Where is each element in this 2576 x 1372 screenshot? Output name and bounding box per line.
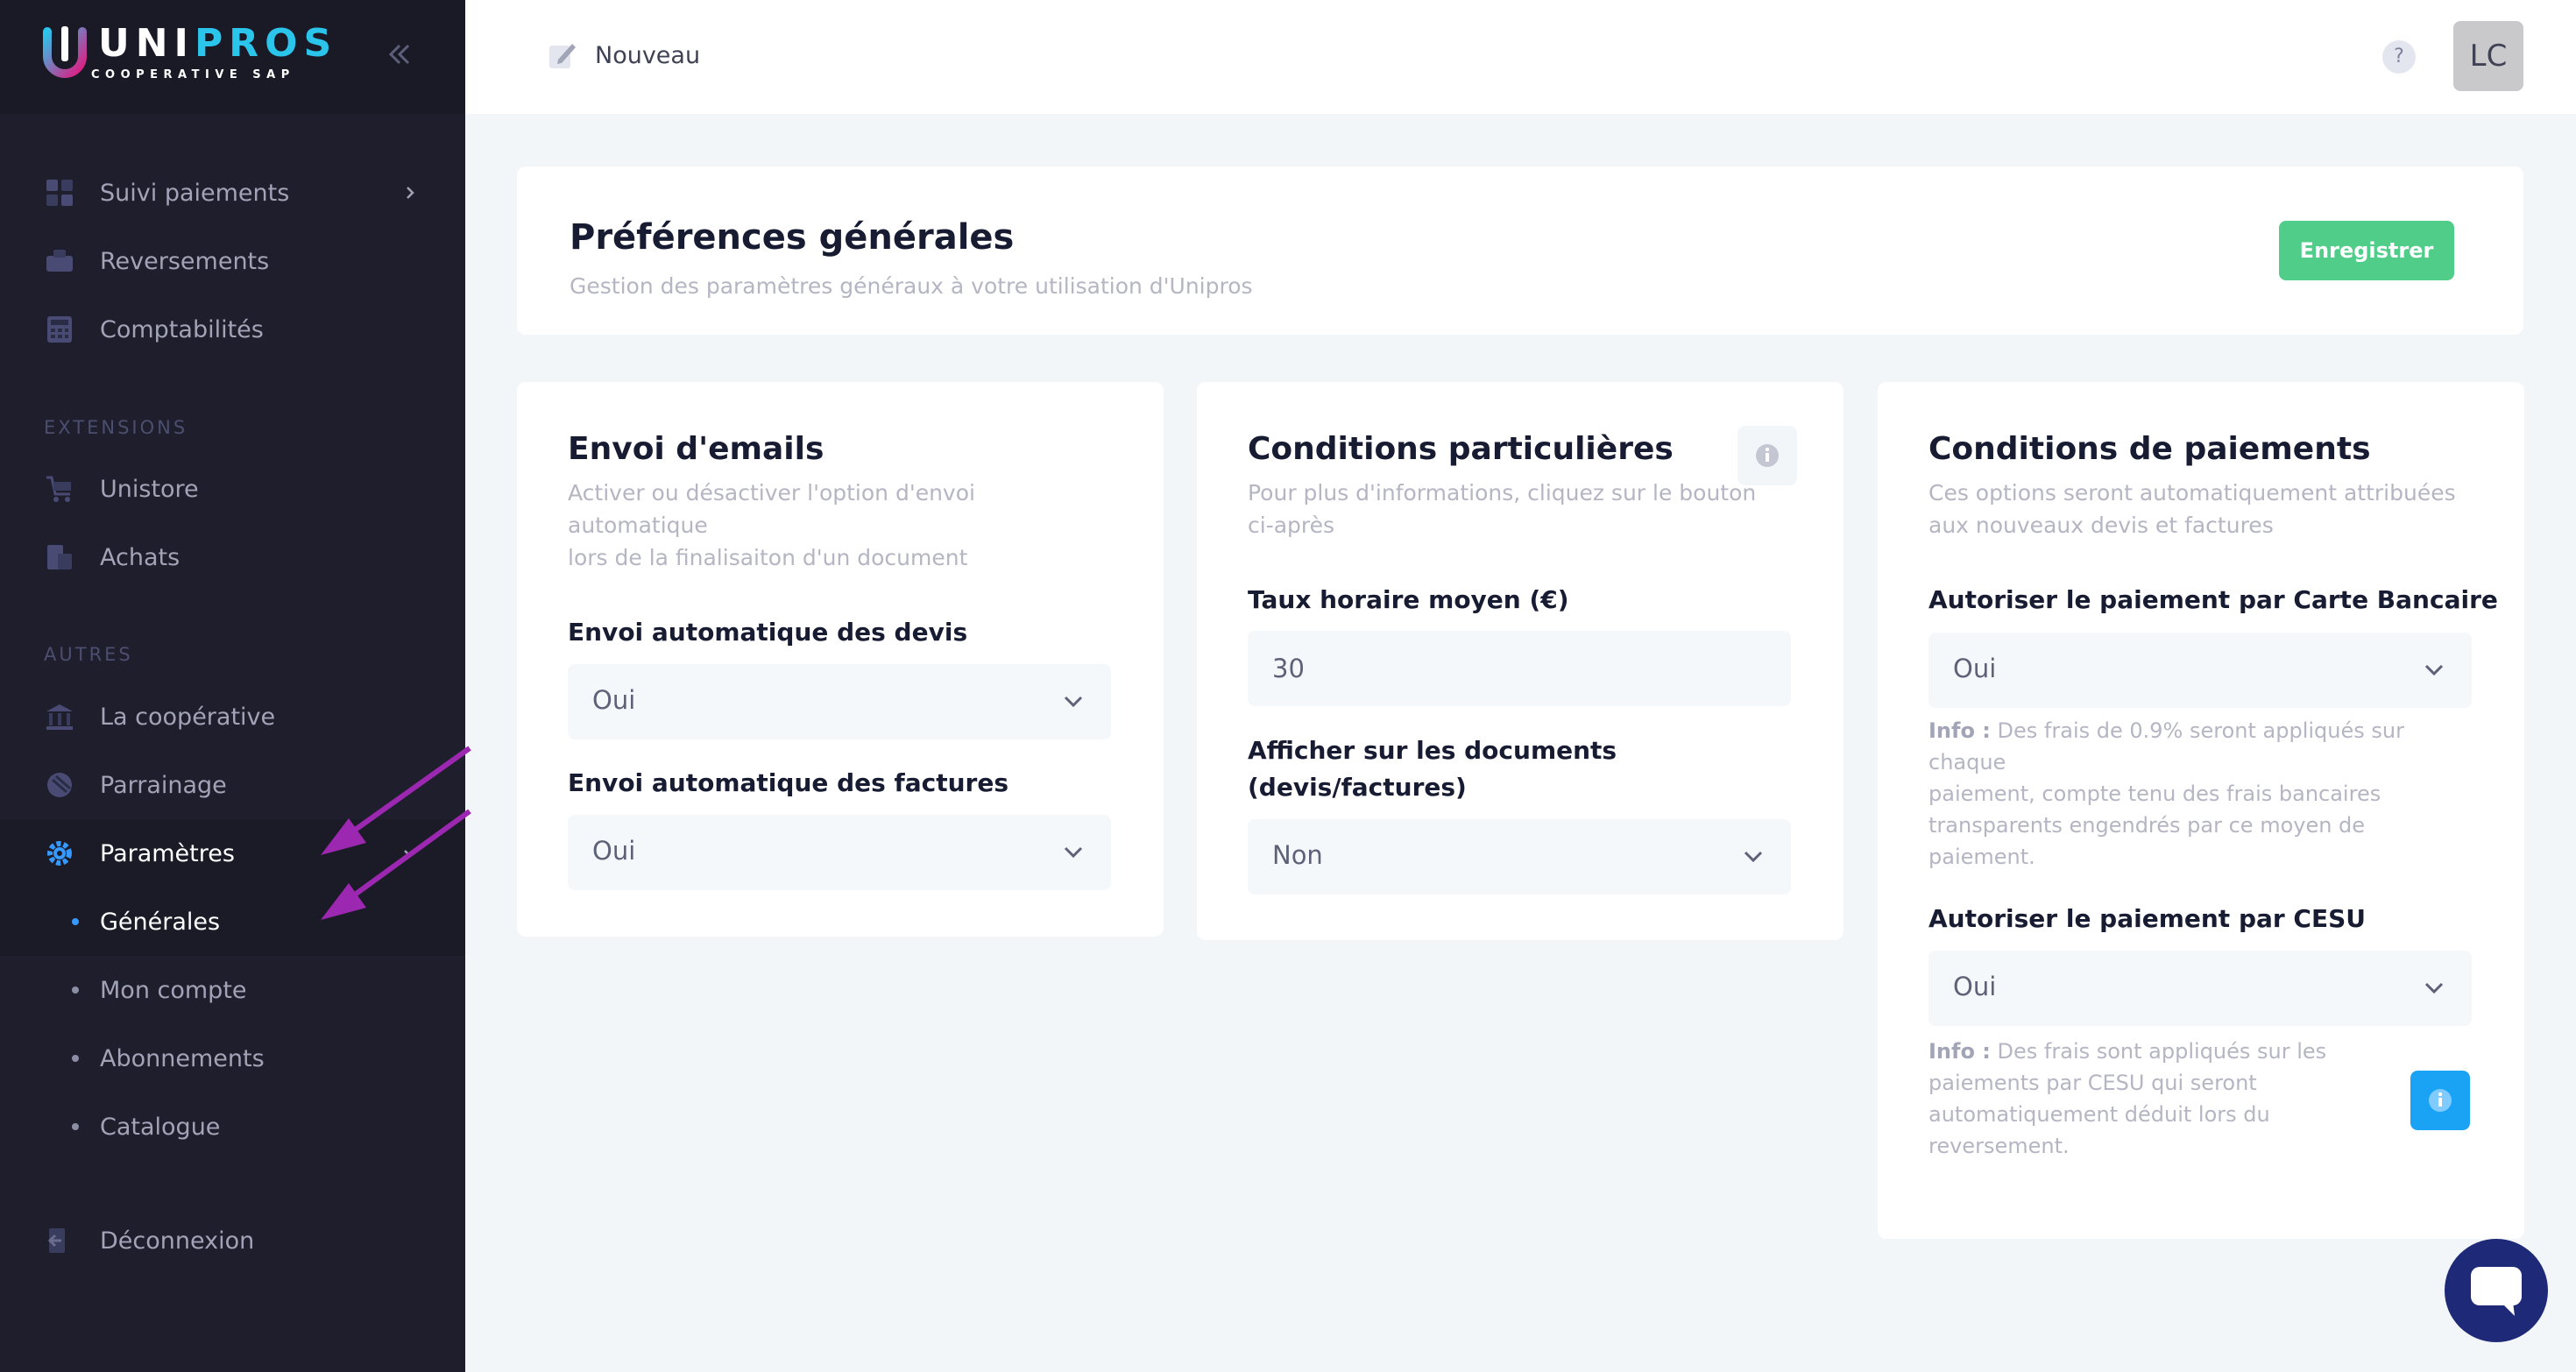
card-payment-info: Info : Des frais de 0.9% seront appliqué…	[1928, 718, 2404, 869]
info-icon[interactable]	[2410, 1071, 2470, 1130]
sidebar-item-label: Reversements	[100, 247, 270, 275]
chevron-down-icon	[1064, 696, 1083, 708]
payments-icon	[46, 180, 73, 206]
new-document-button[interactable]: Nouveau	[546, 39, 700, 72]
chevron-down-icon	[1064, 846, 1083, 859]
avatar[interactable]: LC	[2453, 21, 2523, 91]
sidebar-item-label: Paramètres	[100, 839, 235, 867]
save-button[interactable]: Enregistrer	[2279, 221, 2454, 280]
sidebar-item-label: Parrainage	[100, 771, 227, 799]
sidebar-item-label: Comptabilités	[100, 315, 264, 343]
sidebar-subitem-label: Mon compte	[100, 976, 247, 1004]
page-subtitle: Gestion des paramètres généraux à votre …	[570, 273, 1253, 299]
invoices-email-label: Envoi automatique des factures	[568, 768, 1009, 797]
payments-card: Conditions de paiements Ces options sero…	[1878, 382, 2524, 1239]
emails-card: Envoi d'emails Activer ou désactiver l'o…	[517, 382, 1164, 937]
bullet-icon	[72, 1123, 79, 1130]
cesu-payment-select[interactable]: Oui	[1928, 951, 2472, 1026]
section-label-extensions: EXTENSIONS	[44, 417, 188, 438]
sidebar-subitem-account[interactable]: Mon compte	[0, 956, 465, 1024]
section-label-others: AUTRES	[44, 644, 133, 665]
chat-icon	[2471, 1267, 2522, 1316]
double-chevron-left-icon[interactable]	[386, 40, 414, 68]
new-document-label: Nouveau	[595, 41, 701, 69]
sidebar-item-accounting[interactable]: Comptabilités	[0, 295, 465, 364]
hourly-rate-input[interactable]	[1248, 631, 1791, 706]
quotes-email-select[interactable]: Oui	[568, 664, 1111, 739]
hourly-rate-label: Taux horaire moyen (€)	[1248, 585, 1569, 614]
bullet-icon	[72, 918, 79, 925]
sidebar-item-label: Suivi paiements	[100, 179, 290, 207]
sidebar-item-purchases[interactable]: Achats	[0, 523, 465, 591]
cesu-payment-info: Info : Des frais sont appliqués sur les …	[1928, 1039, 2327, 1158]
sidebar-item-logout[interactable]: Déconnexion	[0, 1206, 465, 1275]
cesu-payment-label: Autoriser le paiement par CESU	[1928, 904, 2367, 933]
sponsor-icon	[47, 773, 72, 797]
bank-icon	[46, 704, 73, 730]
card-payment-label: Autoriser le paiement par Carte Bancaire	[1928, 585, 2498, 614]
card-title: Conditions de paiements	[1928, 431, 2371, 467]
sidebar-item-label: Déconnexion	[100, 1227, 255, 1255]
help-icon[interactable]: ?	[2382, 40, 2416, 74]
card-description: Activer ou désactiver l'option d'envoi a…	[568, 480, 975, 570]
sidebar-subitem-label: Abonnements	[100, 1044, 265, 1072]
edit-icon	[549, 44, 576, 68]
sidebar-subitem-subscriptions[interactable]: Abonnements	[0, 1024, 465, 1093]
unipros-logo-icon	[43, 26, 87, 78]
brand-tagline: COOPERATIVE SAP	[91, 68, 295, 81]
sidebar-item-unistore[interactable]: Unistore	[0, 455, 465, 523]
chevron-right-icon	[407, 187, 414, 199]
brand-area: UNIPROS COOPERATIVE SAP	[0, 0, 465, 114]
page-title: Préférences générales	[570, 217, 1015, 258]
card-title: Conditions particulières	[1248, 431, 1674, 467]
page-header-card: Préférences générales Gestion des paramè…	[517, 166, 2523, 335]
sidebar-item-label: Achats	[100, 543, 180, 571]
purchases-icon	[47, 545, 72, 569]
sidebar: UNIPROS COOPERATIVE SAP Suivi paiements …	[0, 0, 465, 1372]
chevron-down-icon	[2424, 982, 2444, 994]
chevron-down-icon	[1744, 851, 1763, 863]
card-title: Envoi d'emails	[568, 431, 824, 467]
logout-icon	[47, 1228, 65, 1253]
gear-icon	[47, 841, 72, 866]
sidebar-subitem-catalog[interactable]: Catalogue	[0, 1093, 465, 1161]
bullet-icon	[72, 987, 79, 994]
top-header: Nouveau ? LC	[465, 0, 2576, 114]
sidebar-item-transfers[interactable]: Reversements	[0, 227, 465, 295]
sidebar-item-payments[interactable]: Suivi paiements	[0, 159, 465, 227]
sidebar-item-label: La coopérative	[100, 703, 276, 731]
card-description: Pour plus d'informations, cliquez sur le…	[1248, 480, 1757, 538]
calculator-icon	[47, 316, 72, 343]
sidebar-item-cooperative[interactable]: La coopérative	[0, 682, 465, 751]
invoices-email-select[interactable]: Oui	[568, 815, 1111, 890]
chevron-down-icon	[2424, 664, 2444, 676]
transfer-icon	[46, 250, 73, 272]
card-description: Ces options seront automatiquement attri…	[1928, 480, 2456, 538]
sidebar-item-label: Unistore	[100, 475, 199, 503]
display-on-documents-label: Afficher sur les documents (devis/factur…	[1248, 736, 1617, 802]
quotes-email-label: Envoi automatique des devis	[568, 618, 968, 647]
brand-name: UNIPROS	[98, 21, 338, 66]
display-on-documents-select[interactable]: Non	[1248, 819, 1791, 895]
sidebar-subitem-label: Catalogue	[100, 1113, 221, 1141]
card-payment-select[interactable]: Oui	[1928, 633, 2472, 708]
bullet-icon	[72, 1055, 79, 1062]
chat-launcher-button[interactable]	[2445, 1239, 2548, 1342]
sidebar-subitem-label: Générales	[100, 908, 221, 936]
conditions-card: Conditions particulières Pour plus d'inf…	[1197, 382, 1844, 940]
annotation-arrow-icon	[321, 809, 471, 920]
cart-icon	[46, 476, 71, 502]
